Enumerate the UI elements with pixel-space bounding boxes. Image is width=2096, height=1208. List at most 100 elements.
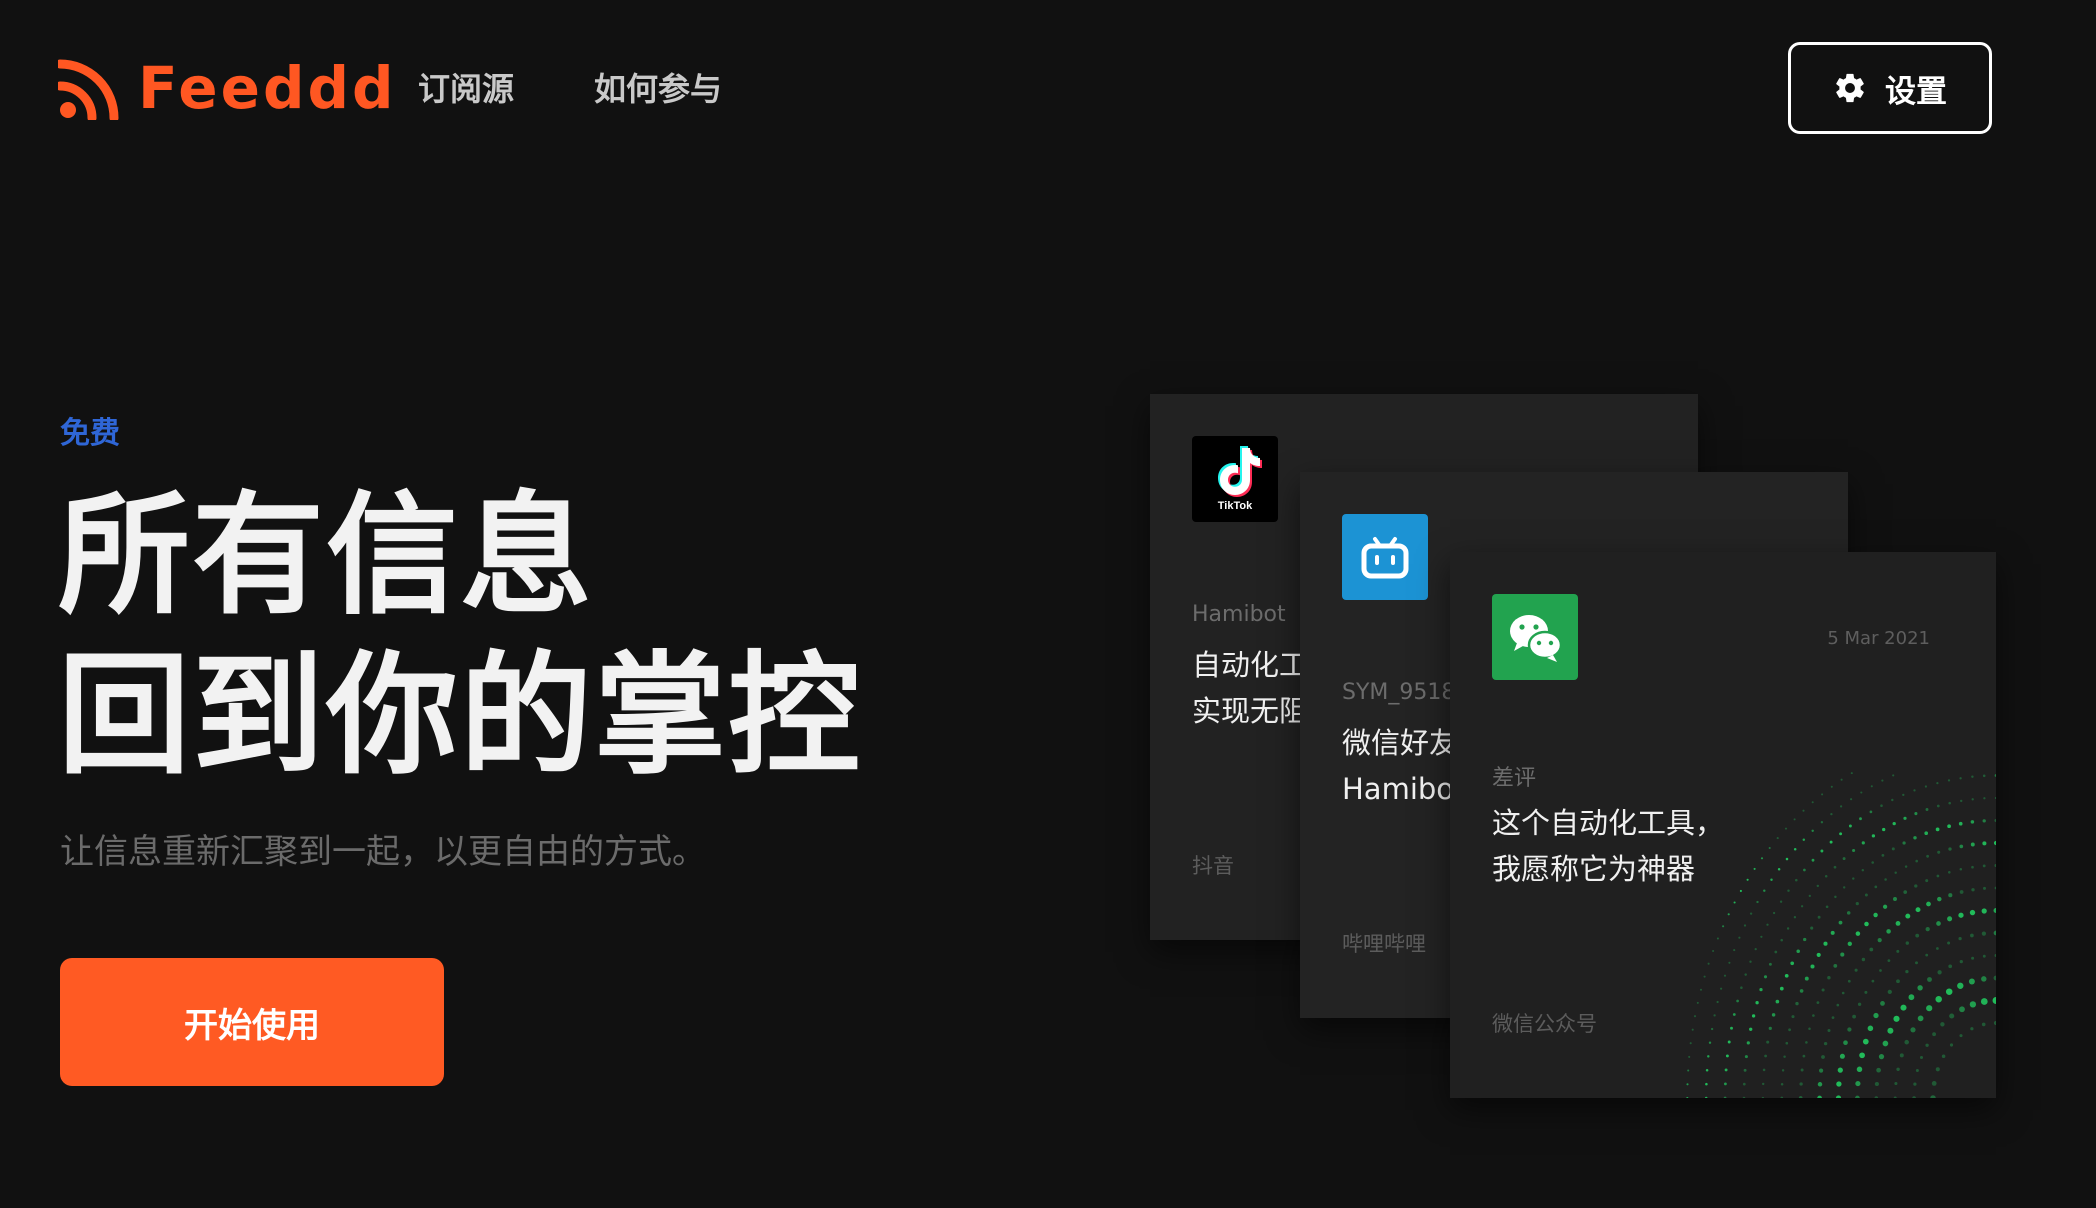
decorative-dot bbox=[1982, 841, 1987, 846]
decorative-dot bbox=[1705, 1068, 1709, 1072]
decorative-dot bbox=[1893, 1096, 1897, 1098]
decorative-dot bbox=[1724, 1082, 1727, 1086]
feed-card-wechat[interactable]: 5 Mar 2021 差评 这个自动化工具， 我愿称它为神器 微信公众号 bbox=[1450, 552, 1996, 1098]
decorative-dot bbox=[1959, 1034, 1963, 1038]
decorative-dot bbox=[1843, 1040, 1848, 1046]
decorative-dot bbox=[1880, 804, 1883, 807]
decorative-dot bbox=[1772, 911, 1776, 915]
settings-button[interactable]: 设置 bbox=[1788, 42, 1992, 134]
decorative-dot bbox=[1811, 801, 1814, 804]
decorative-dot bbox=[1800, 1068, 1804, 1072]
get-started-button[interactable]: 开始使用 bbox=[60, 958, 444, 1086]
decorative-dot bbox=[1910, 1027, 1916, 1033]
card-text-line: 自动化工 bbox=[1192, 648, 1309, 682]
decorative-dot bbox=[1876, 1067, 1881, 1073]
decorative-dot bbox=[1762, 1068, 1766, 1072]
decorative-dot bbox=[1775, 999, 1780, 1004]
nav-link-contribute[interactable]: 如何参与 bbox=[594, 62, 722, 116]
decorative-dot bbox=[1857, 1002, 1862, 1006]
decorative-dot bbox=[1761, 1082, 1765, 1086]
decorative-dot bbox=[1824, 875, 1828, 878]
decorative-dot bbox=[1869, 947, 1874, 952]
decorative-dot bbox=[1947, 916, 1953, 922]
decorative-dot bbox=[1959, 959, 1963, 964]
decorative-dot bbox=[1723, 1096, 1727, 1098]
decorative-dot bbox=[1830, 785, 1833, 788]
decorative-dot bbox=[1982, 819, 1986, 823]
decorative-dot bbox=[1724, 1068, 1728, 1072]
decorative-dot bbox=[1739, 889, 1742, 893]
decorative-dot bbox=[1993, 840, 1996, 846]
decorative-dot bbox=[1948, 964, 1953, 969]
decorative-dot bbox=[1730, 1026, 1733, 1030]
decorative-dot bbox=[1983, 886, 1986, 890]
decorative-dot bbox=[1930, 1095, 1936, 1098]
decorative-dot bbox=[1903, 816, 1907, 820]
decorative-dot bbox=[1959, 844, 1964, 849]
decorative-dot bbox=[1766, 923, 1769, 926]
decorative-dot bbox=[1860, 791, 1863, 794]
decorative-dot bbox=[1893, 897, 1897, 901]
decorative-dot bbox=[1896, 949, 1900, 953]
decorative-dot bbox=[1723, 974, 1727, 977]
decorative-dot bbox=[1784, 973, 1789, 978]
decorative-dot bbox=[1811, 829, 1814, 833]
nav-link-feeds[interactable]: 订阅源 bbox=[418, 62, 514, 116]
decorative-dot bbox=[1779, 986, 1784, 991]
decorative-dot bbox=[1948, 893, 1953, 898]
decorative-dot bbox=[1790, 961, 1795, 966]
decorative-dot bbox=[1755, 1001, 1759, 1005]
decorative-dot bbox=[1864, 990, 1868, 994]
decorative-dot bbox=[1874, 885, 1878, 889]
decorative-dot bbox=[1800, 905, 1804, 908]
logo-link[interactable]: Feeddd bbox=[58, 56, 397, 120]
decorative-dot bbox=[1808, 894, 1811, 898]
decorative-dot bbox=[1887, 989, 1892, 995]
decorative-dot bbox=[1992, 997, 1996, 1004]
decorative-dot bbox=[1903, 890, 1908, 894]
decorative-dot bbox=[1931, 1081, 1937, 1086]
decorative-dot bbox=[1763, 975, 1768, 979]
decorative-dot bbox=[1870, 785, 1873, 788]
decorative-dot bbox=[1830, 930, 1835, 935]
decorative-dot bbox=[1902, 841, 1906, 845]
decorative-dot bbox=[1880, 1001, 1885, 1006]
decorative-dot bbox=[1894, 1081, 1898, 1086]
decorative-dot bbox=[1846, 911, 1851, 915]
decorative-dot bbox=[1932, 1032, 1936, 1037]
decorative-dot bbox=[1871, 861, 1874, 864]
decorative-dot bbox=[1840, 778, 1843, 781]
decorative-dot bbox=[1913, 789, 1916, 792]
decorative-dot bbox=[1958, 821, 1963, 826]
decorative-dot bbox=[1687, 1069, 1690, 1072]
decorative-dot bbox=[1908, 994, 1915, 1001]
decorative-dot bbox=[1896, 1067, 1900, 1072]
decorative-dot bbox=[1777, 867, 1781, 871]
decorative-dot bbox=[1959, 777, 1962, 780]
decorative-dot bbox=[1873, 1012, 1879, 1019]
decorative-dot bbox=[1873, 912, 1878, 918]
decorative-dot bbox=[1948, 871, 1951, 874]
decorative-dot bbox=[1913, 1082, 1917, 1086]
card-author: SYM_9518 bbox=[1342, 680, 1456, 705]
decorative-dot bbox=[1926, 1005, 1933, 1012]
decorative-dot bbox=[1816, 952, 1821, 957]
decorative-dot bbox=[1882, 904, 1888, 909]
decorative-dot bbox=[1819, 1068, 1824, 1073]
decorative-dot bbox=[1867, 1025, 1874, 1032]
decorative-dot bbox=[1982, 774, 1986, 778]
headline-line-1: 所有信息 bbox=[58, 479, 594, 633]
decorative-dot bbox=[1947, 941, 1951, 945]
decorative-dot bbox=[1841, 991, 1845, 995]
decorative-dot bbox=[1763, 889, 1766, 892]
decorative-dot bbox=[1882, 827, 1886, 832]
decorative-dot bbox=[1959, 1006, 1965, 1013]
decorative-dot bbox=[1738, 936, 1741, 939]
decorative-dot bbox=[1905, 941, 1909, 945]
hero-subtitle: 让信息重新汇聚到一起，以更自由的方式。 bbox=[60, 832, 706, 872]
decorative-dot bbox=[1852, 1014, 1856, 1019]
decorative-dot bbox=[1881, 854, 1885, 857]
decorative-dot bbox=[1874, 1096, 1879, 1098]
decorative-dot bbox=[1839, 1053, 1845, 1059]
decorative-dot bbox=[1871, 834, 1876, 838]
